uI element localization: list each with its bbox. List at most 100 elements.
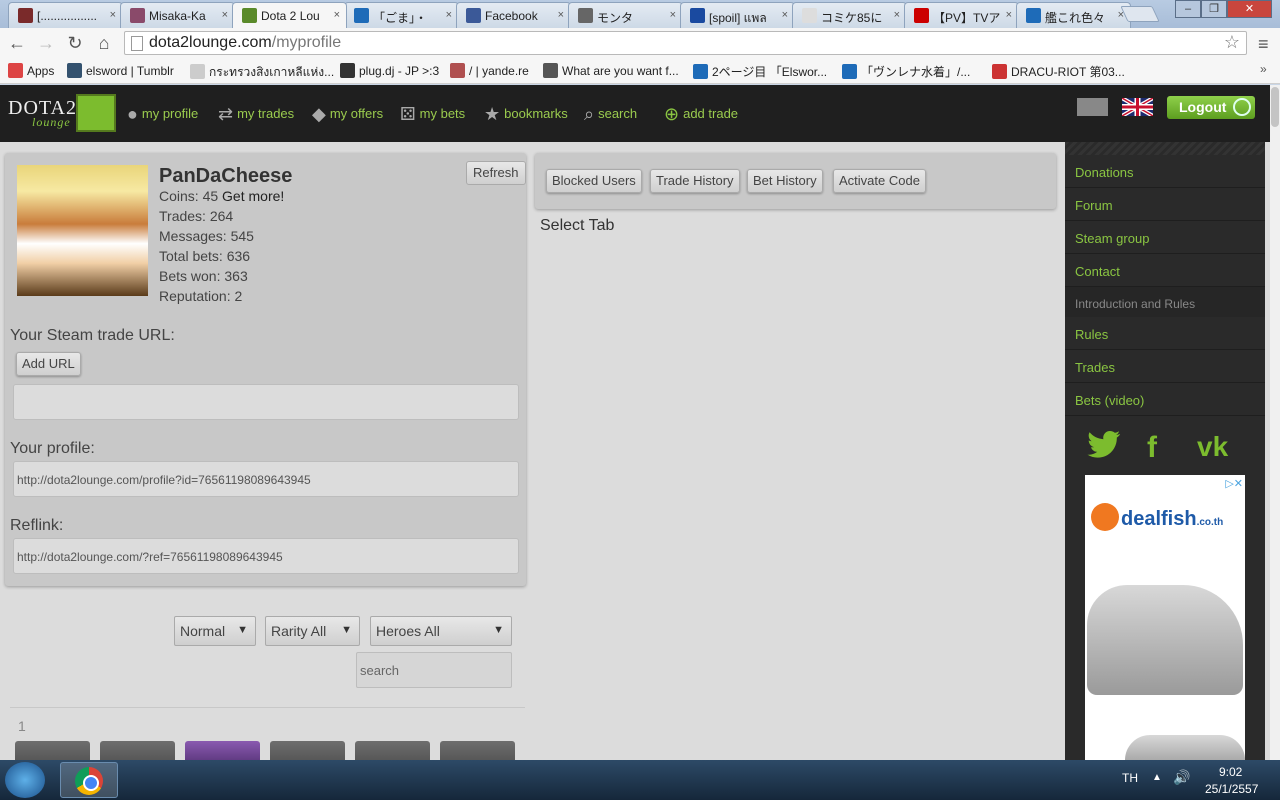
volume-icon[interactable]: 🔊	[1173, 769, 1190, 786]
tab-bet-history[interactable]: Bet History	[747, 169, 823, 193]
tab-activate-code[interactable]: Activate Code	[833, 169, 926, 193]
nav-my-profile[interactable]: ● my profile	[127, 104, 198, 125]
close-tab-icon[interactable]: ×	[334, 9, 340, 21]
address-bar[interactable]: dota2lounge.com/myprofile ☆	[124, 31, 1247, 55]
tab-blocked-users[interactable]: Blocked Users	[546, 169, 642, 193]
browser-tab[interactable]: [spoil] แพล ×	[680, 2, 795, 28]
sidebar-item-trades[interactable]: Trades	[1065, 350, 1265, 383]
browser-tab[interactable]: [................. ×	[8, 2, 123, 28]
bookmark-item[interactable]: What are you want f...	[543, 63, 679, 78]
sidebar-item-bets-video[interactable]: Bets (video)	[1065, 383, 1265, 416]
minimize-button[interactable]: –	[1175, 0, 1201, 18]
page-number[interactable]: 1	[18, 718, 26, 734]
bookmark-star-icon[interactable]: ☆	[1224, 32, 1240, 53]
browser-tab[interactable]: 「ごま」・ ×	[344, 2, 459, 28]
nav-my-trades[interactable]: ⇄ my trades	[218, 104, 294, 125]
bookmark-item[interactable]: plug.dj - JP >:3	[340, 63, 439, 78]
refresh-button[interactable]: Refresh	[466, 161, 526, 185]
browser-tab[interactable]: モンタ ×	[568, 2, 683, 28]
get-more-link[interactable]: Get more!	[222, 188, 284, 204]
ad-choices-icon[interactable]: ▷✕	[1225, 477, 1243, 490]
uk-flag-icon[interactable]	[1122, 98, 1153, 116]
maximize-button[interactable]: ❐	[1201, 0, 1227, 18]
bookmark-item[interactable]: 「ヴンレナ水着」/...	[842, 63, 970, 80]
item-slot[interactable]	[355, 741, 430, 760]
nav-add-trade[interactable]: ⊕ add trade	[664, 104, 738, 125]
language-indicator[interactable]: TH	[1122, 771, 1138, 785]
browser-tab[interactable]: Dota 2 Lou ×	[232, 2, 347, 28]
sidebar-stripes	[1065, 142, 1265, 155]
tab-trade-history[interactable]: Trade History	[650, 169, 740, 193]
windows-start-button[interactable]	[5, 762, 45, 798]
facebook-icon[interactable]: f	[1147, 431, 1157, 465]
close-tab-icon[interactable]: ×	[558, 9, 564, 21]
browser-tab[interactable]: コミケ85に ×	[792, 2, 907, 28]
chrome-menu-icon[interactable]: ≡	[1258, 34, 1269, 55]
rarity-select[interactable]: Rarity All ▼	[265, 616, 360, 646]
sidebar-item-rules[interactable]: Rules	[1065, 317, 1265, 350]
close-tab-icon[interactable]: ×	[782, 9, 788, 21]
chevron-down-icon: ▼	[237, 624, 248, 636]
browser-tab[interactable]: Facebook ×	[456, 2, 571, 28]
page-scrollbar[interactable]	[1270, 85, 1280, 760]
bookmarks-overflow-icon[interactable]: »	[1260, 62, 1267, 76]
bookmark-item[interactable]: Apps	[8, 63, 54, 78]
tab-favicon-icon	[130, 8, 145, 23]
bookmark-item[interactable]: กระทรวงสิงเกาหลีแห่ง...	[190, 63, 334, 82]
close-tab-icon[interactable]: ×	[1006, 9, 1012, 21]
item-slot[interactable]	[15, 741, 90, 760]
clock-date[interactable]: 25/1/2557	[1205, 782, 1258, 796]
bookmark-favicon-icon	[340, 63, 355, 78]
item-slot[interactable]	[100, 741, 175, 760]
sidebar-item-donations[interactable]: Donations	[1065, 155, 1265, 188]
steam-url-field[interactable]	[13, 384, 519, 420]
item-search-input[interactable]: search	[356, 652, 512, 688]
nav-my-bets[interactable]: ⚄ my bets	[400, 104, 465, 125]
tray-arrow-icon[interactable]: ▲	[1152, 772, 1162, 783]
nav-search[interactable]: ⌕ search	[584, 104, 637, 125]
vk-icon[interactable]: vk	[1197, 431, 1228, 463]
close-tab-icon[interactable]: ×	[670, 9, 676, 21]
tag-icon: ◆	[312, 104, 326, 124]
clock-time[interactable]: 9:02	[1219, 765, 1242, 779]
sidebar-item-steam-group[interactable]: Steam group	[1065, 221, 1265, 254]
item-slot[interactable]	[270, 741, 345, 760]
scrollbar-thumb[interactable]	[1271, 87, 1279, 127]
item-slot[interactable]	[185, 741, 260, 760]
heroes-select[interactable]: Heroes All ▼	[370, 616, 512, 646]
nav-my-offers[interactable]: ◆ my offers	[312, 104, 383, 125]
bookmark-item[interactable]: elsword | Tumblr	[67, 63, 174, 78]
sidebar-item-forum[interactable]: Forum	[1065, 188, 1265, 221]
twitter-icon[interactable]	[1087, 431, 1121, 467]
back-button[interactable]: ←	[6, 32, 28, 54]
reflink-field[interactable]: http://dota2lounge.com/?ref=765611980896…	[13, 538, 519, 574]
nav-bookmarks[interactable]: ★ bookmarks	[484, 104, 568, 125]
add-url-button[interactable]: Add URL	[16, 352, 81, 376]
close-tab-icon[interactable]: ×	[894, 9, 900, 21]
bookmark-item[interactable]: 2ページ目 「Elswor...	[693, 63, 827, 80]
browser-tab[interactable]: 艦これ色々 ×	[1016, 2, 1131, 28]
close-tab-icon[interactable]: ×	[110, 9, 116, 21]
site-logo[interactable]: DOTA2 lounge	[8, 94, 116, 132]
browser-tab[interactable]: Misaka-Ka ×	[120, 2, 235, 28]
language-flag-icon[interactable]	[1077, 98, 1108, 116]
close-window-button[interactable]: ✕	[1227, 0, 1272, 18]
item-slot[interactable]	[440, 741, 515, 760]
profile-url-field[interactable]: http://dota2lounge.com/profile?id=765611…	[13, 461, 519, 497]
bookmark-item[interactable]: / | yande.re	[450, 63, 529, 78]
home-button[interactable]: ⌂	[93, 32, 115, 54]
new-tab-button[interactable]	[1120, 6, 1160, 22]
quality-select[interactable]: Normal ▼	[174, 616, 256, 646]
bookmark-item[interactable]: DRACU-RIOT 第03...	[992, 63, 1125, 80]
browser-tab[interactable]: 【PV】TVア ×	[904, 2, 1019, 28]
close-tab-icon[interactable]: ×	[222, 9, 228, 21]
dealfish-ad[interactable]: ▷✕ dealfish.co.th	[1085, 475, 1245, 760]
close-tab-icon[interactable]: ×	[446, 9, 452, 21]
profile-panel: PanDaCheese Coins: 45 Get more! Trades: …	[5, 153, 526, 586]
forward-button[interactable]: →	[35, 32, 57, 54]
reload-button[interactable]: ↻	[64, 32, 86, 54]
nav-label: bookmarks	[504, 106, 568, 121]
logout-button[interactable]: Logout	[1167, 96, 1255, 119]
sidebar-item-contact[interactable]: Contact	[1065, 254, 1265, 287]
chrome-taskbar-button[interactable]	[60, 762, 118, 798]
